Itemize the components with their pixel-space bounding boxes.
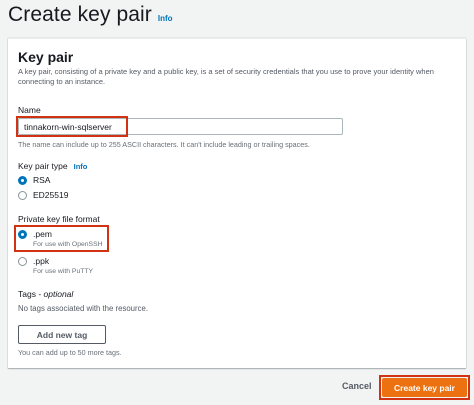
radio-ed25519-indicator[interactable] — [18, 190, 27, 200]
file-format-label: Private key file format — [18, 214, 100, 224]
radio-ppk-indicator[interactable] — [18, 256, 27, 266]
name-label: Name — [18, 105, 41, 115]
radio-ed25519-label: ED25519 — [33, 190, 69, 200]
radio-ppk-sub: For use with PuTTY — [33, 268, 94, 275]
radio-pem-sub: For use with OpenSSH — [33, 241, 103, 248]
radio-ppk[interactable]: .ppk — [18, 256, 49, 266]
page-title: Create key pair — [8, 3, 152, 26]
radio-pem-label: .pem — [33, 229, 52, 239]
radio-pem-indicator[interactable] — [18, 229, 27, 239]
radio-ed25519[interactable]: ED25519 — [18, 190, 68, 200]
create-key-pair-button[interactable]: Create key pair — [382, 378, 467, 397]
key-pair-card: Key pair A key pair, consisting of a pri… — [8, 38, 466, 368]
add-new-tag-button[interactable]: Add new tag — [18, 325, 106, 344]
key-pair-type-label-text: Key pair type — [18, 161, 68, 171]
radio-rsa-label: RSA — [33, 175, 51, 185]
radio-ppk-label: .ppk — [33, 256, 50, 266]
name-input[interactable] — [18, 118, 343, 135]
tags-label-text: Tags - — [18, 289, 44, 299]
radio-rsa[interactable]: RSA — [18, 175, 50, 185]
create-key-pair-page: Create key pair Info Key pair A key pair… — [0, 0, 474, 405]
tags-empty-text: No tags associated with the resource. — [18, 304, 149, 313]
tags-limit-hint: You can add up to 50 more tags. — [18, 348, 122, 357]
tags-optional-text: optional — [43, 289, 74, 299]
page-header: Create key pair Info — [8, 3, 173, 27]
radio-pem[interactable]: .pem — [18, 229, 52, 239]
cancel-button[interactable]: Cancel — [334, 376, 380, 396]
name-hint: The name can include up to 255 ASCII cha… — [18, 140, 310, 149]
header-info-link[interactable]: Info — [158, 14, 173, 23]
key-pair-type-label: Key pair type Info — [18, 161, 87, 171]
key-pair-type-info-link[interactable]: Info — [74, 162, 88, 171]
card-title: Key pair — [18, 49, 74, 65]
card-description: A key pair, consisting of a private key … — [18, 67, 434, 86]
radio-rsa-indicator[interactable] — [18, 175, 27, 185]
tags-label: Tags - optional — [18, 289, 73, 299]
